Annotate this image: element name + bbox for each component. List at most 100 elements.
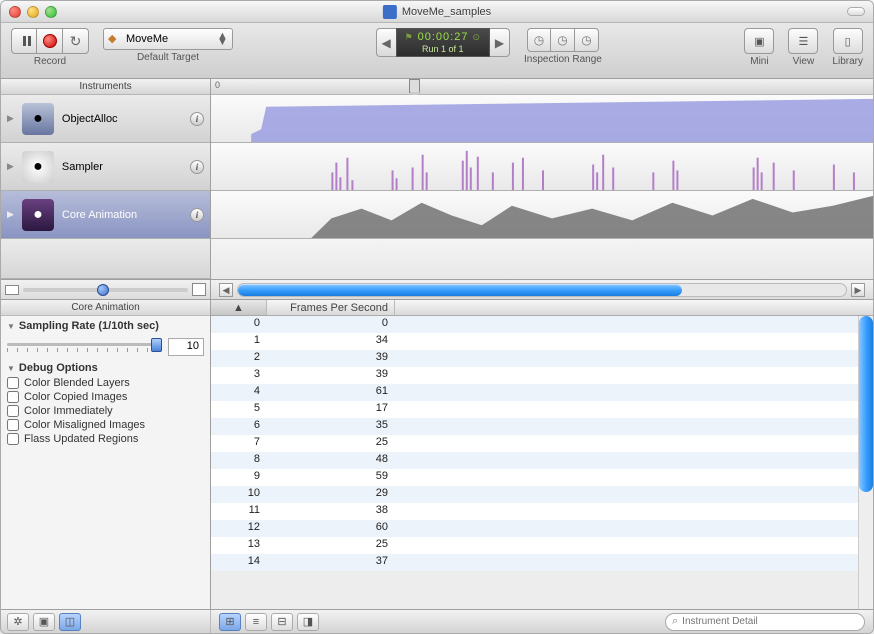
ruler-tick: 0 xyxy=(215,80,220,90)
scrollbar-thumb[interactable] xyxy=(238,284,682,296)
target-dropdown[interactable]: ◆ MoveMe ▲▼ xyxy=(103,28,233,50)
table-row[interactable]: 00 xyxy=(211,316,873,333)
focus-icon: ▣ xyxy=(39,616,49,628)
inspection-start-button[interactable]: ◷ xyxy=(527,28,551,52)
lane-sampler[interactable] xyxy=(211,143,873,191)
record-button[interactable] xyxy=(37,28,63,54)
view-icon: ☰ xyxy=(798,35,808,48)
vertical-scrollbar-thumb[interactable] xyxy=(859,316,873,492)
flag-icon: ⚑ xyxy=(405,32,414,43)
table-row[interactable]: 1325 xyxy=(211,537,873,554)
cell-fps: 60 xyxy=(267,520,395,537)
library-group: ▯ Library xyxy=(832,28,863,67)
vertical-scrollbar[interactable] xyxy=(858,316,873,609)
checkbox[interactable] xyxy=(7,433,19,445)
column-fps[interactable]: Frames Per Second xyxy=(267,300,395,315)
info-button[interactable]: i xyxy=(190,208,204,222)
chevron-updown-icon: ▲▼ xyxy=(217,33,229,45)
table-row[interactable]: 848 xyxy=(211,452,873,469)
table-row[interactable]: 1437 xyxy=(211,554,873,571)
table-row[interactable]: 1260 xyxy=(211,520,873,537)
track-size-large-icon[interactable] xyxy=(192,283,206,296)
minimize-icon[interactable] xyxy=(27,6,39,18)
toolbar-pill-icon[interactable] xyxy=(847,7,865,16)
table-row[interactable]: 461 xyxy=(211,384,873,401)
checkbox[interactable] xyxy=(7,377,19,389)
timer-prev-button[interactable]: ◀ xyxy=(376,28,396,57)
view-button[interactable]: ☰ xyxy=(788,28,818,54)
loop-button[interactable] xyxy=(63,28,89,54)
debug-option[interactable]: Color Copied Images xyxy=(7,390,204,404)
checkbox[interactable] xyxy=(7,391,19,403)
debug-option[interactable]: Color Immediately xyxy=(7,404,204,418)
library-button[interactable]: ▯ xyxy=(833,28,863,54)
target-name: MoveMe xyxy=(126,33,168,45)
track-size-slider[interactable] xyxy=(23,288,188,292)
view-console-button[interactable]: ◨ xyxy=(297,613,319,631)
cell-fps: 37 xyxy=(267,554,395,571)
debug-option[interactable]: Color Blended Layers xyxy=(7,376,204,390)
loop-icon xyxy=(70,33,82,50)
inspection-end-button[interactable]: ◷ xyxy=(575,28,599,52)
close-icon[interactable] xyxy=(9,6,21,18)
cell-index: 12 xyxy=(211,520,267,537)
table-row[interactable]: 134 xyxy=(211,333,873,350)
table-row[interactable]: 959 xyxy=(211,469,873,486)
debug-disclosure[interactable]: Debug Options xyxy=(7,360,204,376)
sampling-disclosure[interactable]: Sampling Rate (1/10th sec) xyxy=(7,318,204,334)
pause-button[interactable] xyxy=(11,28,37,54)
mini-button[interactable]: ▣ xyxy=(744,28,774,54)
table-row[interactable]: 339 xyxy=(211,367,873,384)
timer-display: ⚑ 00:00:27 ⊙ Run 1 of 1 xyxy=(396,28,490,57)
panel-toggle-button[interactable]: ◫ xyxy=(59,613,81,631)
inspection-mid-button[interactable]: ◷ xyxy=(551,28,575,52)
timeline-ruler[interactable]: 0 xyxy=(211,79,873,95)
clock-left-icon: ◷ xyxy=(534,33,544,47)
track-size-small-icon[interactable] xyxy=(5,285,19,295)
table-row[interactable]: 1029 xyxy=(211,486,873,503)
view-table-button[interactable]: ⊞ xyxy=(219,613,241,631)
view-diagram-button[interactable]: ⊟ xyxy=(271,613,293,631)
cell-fps: 29 xyxy=(267,486,395,503)
track-row[interactable]: ▶●Sampleri xyxy=(1,143,210,191)
table-row[interactable]: 635 xyxy=(211,418,873,435)
column-index[interactable]: ▲ xyxy=(211,300,267,315)
gear-button[interactable]: ✲ xyxy=(7,613,29,631)
disclosure-icon: ▶ xyxy=(7,161,14,172)
table-row[interactable]: 1138 xyxy=(211,503,873,520)
sampling-slider[interactable] xyxy=(7,340,162,354)
cell-index: 10 xyxy=(211,486,267,503)
checkbox[interactable] xyxy=(7,419,19,431)
table-body[interactable]: 0013423933946151763572584895910291138126… xyxy=(211,316,873,609)
debug-option[interactable]: Flass Updated Regions xyxy=(7,432,204,446)
timer-next-button[interactable]: ▶ xyxy=(490,28,510,57)
zoom-icon[interactable] xyxy=(45,6,57,18)
view-outline-button[interactable]: ≡ xyxy=(245,613,267,631)
search-input[interactable] xyxy=(682,616,858,627)
debug-option[interactable]: Color Misaligned Images xyxy=(7,418,204,432)
lane-objectalloc[interactable] xyxy=(211,95,873,143)
search-field[interactable]: ⌕ xyxy=(665,613,865,631)
playhead[interactable] xyxy=(409,79,420,93)
cell-index: 9 xyxy=(211,469,267,486)
checkbox[interactable] xyxy=(7,405,19,417)
sampling-value[interactable]: 10 xyxy=(168,338,204,356)
info-button[interactable]: i xyxy=(190,160,204,174)
track-row[interactable]: ▶●Core Animationi xyxy=(1,191,210,239)
info-button[interactable]: i xyxy=(190,112,204,126)
scrollbar-track[interactable] xyxy=(237,283,847,297)
table-row[interactable]: 239 xyxy=(211,350,873,367)
detail-area: Core Animation Sampling Rate (1/10th sec… xyxy=(1,300,873,609)
app-window: MoveMe_samples Record ◆ MoveMe ▲▼ Defaul… xyxy=(0,0,874,634)
scrollbar-right-button[interactable]: ▶ xyxy=(851,283,865,297)
diagram-icon: ⊟ xyxy=(277,616,286,628)
table-row[interactable]: 517 xyxy=(211,401,873,418)
cell-fps: 39 xyxy=(267,367,395,384)
table-row[interactable]: 725 xyxy=(211,435,873,452)
instruments-header: Instruments xyxy=(1,79,210,95)
lane-core-animation[interactable] xyxy=(211,191,873,239)
scrollbar-left-button[interactable]: ◀ xyxy=(219,283,233,297)
track-row[interactable]: ▶●ObjectAlloci xyxy=(1,95,210,143)
focus-button[interactable]: ▣ xyxy=(33,613,55,631)
inspection-group: ◷ ◷ ◷ Inspection Range xyxy=(524,28,602,65)
